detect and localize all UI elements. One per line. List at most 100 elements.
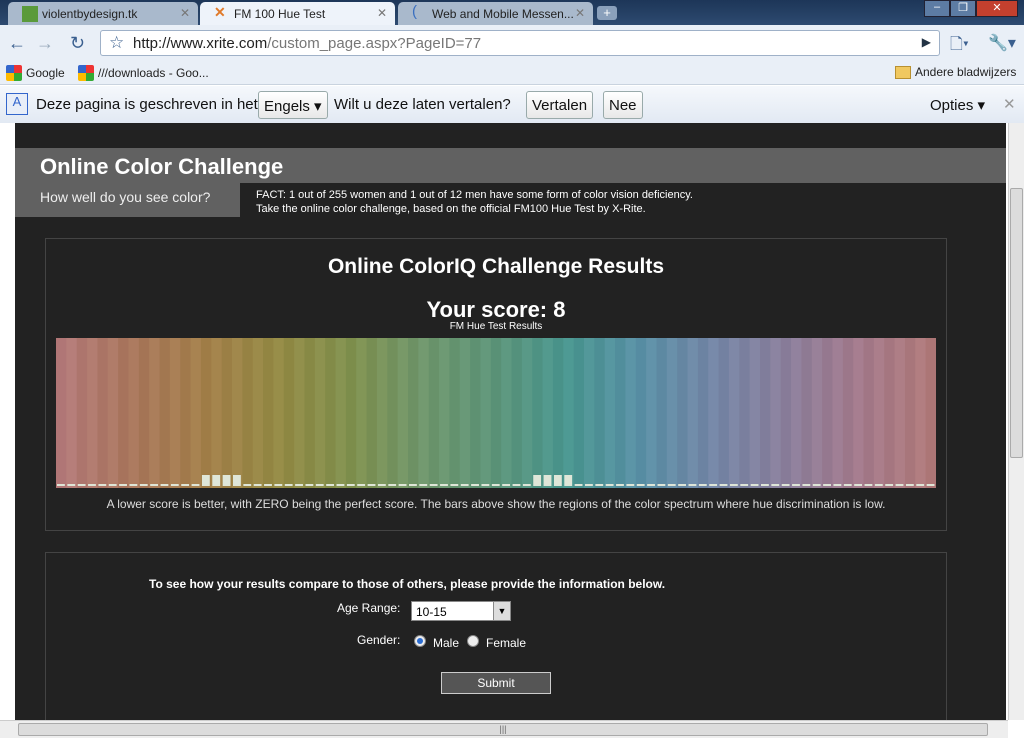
spectrum-cap — [563, 338, 575, 488]
score-label: Your score: 8 — [426, 297, 566, 322]
google-icon — [6, 65, 22, 81]
submit-button[interactable]: Submit — [441, 672, 551, 694]
close-tab-icon[interactable]: ✕ — [377, 6, 387, 20]
google-icon — [78, 65, 94, 81]
spectrum-cap — [687, 338, 699, 488]
wrench-menu-icon[interactable]: 🔧▾ — [988, 33, 1016, 53]
baseline-mark — [388, 484, 397, 486]
close-infobar-icon[interactable]: ✕ — [1003, 95, 1016, 113]
baseline-mark — [823, 484, 831, 486]
fact-text: FACT: 1 out of 255 women and 1 out of 12… — [256, 188, 693, 216]
language-value: Engels — [264, 98, 310, 115]
baseline-mark — [781, 484, 790, 486]
gender-female-label: Female — [486, 636, 527, 650]
translate-infobar: A Deze pagina is geschreven in het Engel… — [0, 86, 1024, 123]
spectrum-cap — [615, 338, 626, 488]
minimize-button[interactable]: – — [924, 0, 950, 17]
baseline-mark — [108, 484, 117, 486]
gender-male-radio[interactable] — [414, 635, 426, 647]
gender-female-radio[interactable] — [467, 635, 479, 647]
tab-strip: violentbydesign.tk ✕ ✕ FM 100 Hue Test ✕… — [0, 0, 1024, 25]
baseline-mark — [191, 484, 200, 486]
spectrum-cap — [791, 338, 802, 488]
baseline-mark — [274, 484, 283, 486]
address-bar[interactable]: ☆ http://www.xrite.com/custom_page.aspx?… — [100, 30, 940, 56]
tab-web-messenger[interactable]: ( Web and Mobile Messen... ✕ — [398, 2, 593, 25]
tab-label: violentbydesign.tk — [42, 7, 138, 21]
spectrum-cap — [66, 338, 78, 488]
baseline-mark — [843, 484, 852, 486]
baseline-mark — [264, 484, 272, 486]
close-tab-icon[interactable]: ✕ — [575, 6, 585, 20]
baseline-mark — [522, 484, 531, 486]
spectrum-cap — [770, 338, 782, 488]
reload-button[interactable]: ↻ — [70, 33, 85, 54]
language-dropdown[interactable]: Engels ▾ — [258, 91, 328, 119]
horizontal-scrollbar[interactable]: ||| — [0, 720, 1008, 738]
spectrum-cap — [149, 338, 161, 488]
baseline-mark — [440, 484, 448, 486]
translate-button[interactable]: Vertalen — [526, 91, 594, 119]
options-menu[interactable]: Opties ▾ — [930, 96, 985, 114]
spectrum-cap — [418, 338, 430, 488]
spectrum-cap — [521, 338, 533, 488]
forward-button[interactable]: → — [36, 33, 54, 54]
translate-question: Wilt u deze laten vertalen? — [334, 96, 511, 113]
spectrum-cap — [470, 338, 481, 488]
close-window-button[interactable]: ✕ — [976, 0, 1018, 17]
tab-fm100[interactable]: ✕ FM 100 Hue Test ✕ — [200, 2, 395, 25]
baseline-mark — [67, 484, 76, 486]
bookmark-downloads[interactable]: ///downloads - Goo... — [78, 65, 209, 81]
baseline-mark — [243, 484, 252, 486]
spectrum-cap — [842, 338, 854, 488]
age-range-select[interactable]: 10-15 ▼ — [411, 601, 511, 621]
spectrum-cap — [480, 338, 492, 488]
chart-caption: FM Hue Test Results — [449, 321, 543, 332]
gender-male-label: Male — [433, 636, 460, 650]
no-translate-button[interactable]: Nee — [603, 91, 643, 119]
baseline-mark — [284, 484, 293, 486]
baseline-mark — [502, 484, 511, 486]
close-tab-icon[interactable]: ✕ — [180, 6, 190, 20]
maximize-button[interactable]: ❐ — [950, 0, 976, 17]
baseline-mark — [926, 484, 935, 486]
baseline-mark — [305, 484, 314, 486]
chevron-down-icon[interactable]: ▼ — [493, 602, 510, 620]
baseline-mark — [885, 484, 894, 486]
spectrum-cap — [853, 338, 865, 488]
new-tab-button[interactable]: + — [597, 6, 617, 20]
spectrum-cap — [159, 338, 171, 488]
error-bar — [553, 475, 562, 486]
baseline-mark — [812, 484, 821, 486]
age-range-value: 10-15 — [416, 605, 447, 619]
baseline-mark — [377, 484, 386, 486]
baseline-mark — [616, 484, 624, 486]
baseline-mark — [657, 484, 666, 486]
spectrum-cap — [697, 338, 709, 488]
tab-violentbydesign[interactable]: violentbydesign.tk ✕ — [8, 2, 198, 25]
baseline-mark — [678, 484, 687, 486]
spectrum-cap — [56, 338, 67, 488]
baseline-mark — [160, 484, 169, 486]
spectrum-cap — [335, 338, 347, 488]
vertical-scroll-thumb[interactable] — [1010, 188, 1023, 458]
error-bar — [543, 475, 552, 486]
page-menu-icon[interactable]: 🗋▾ — [950, 33, 969, 60]
spectrum-cap — [490, 338, 502, 488]
tab-label: Web and Mobile Messen... — [432, 7, 574, 21]
go-arrow-icon[interactable]: ▶ — [922, 35, 931, 49]
other-bookmarks[interactable]: Andere bladwijzers — [895, 65, 1016, 79]
spectrum-cap — [677, 338, 689, 488]
spectrum-cap — [252, 338, 264, 488]
bookmark-google[interactable]: Google — [6, 65, 65, 81]
bookmarks-bar: Google ///downloads - Goo... Andere blad… — [0, 61, 1024, 85]
baseline-mark — [605, 484, 614, 486]
baseline-mark — [729, 484, 738, 486]
spectrum-cap — [87, 338, 98, 488]
horizontal-scroll-thumb[interactable]: ||| — [18, 723, 988, 736]
back-button[interactable]: ← — [8, 33, 26, 54]
results-note: A lower score is better, with ZERO being… — [106, 497, 886, 511]
star-icon[interactable]: ☆ — [109, 33, 124, 53]
vertical-scrollbar[interactable] — [1008, 123, 1024, 720]
form-intro: To see how your results compare to those… — [149, 577, 666, 591]
